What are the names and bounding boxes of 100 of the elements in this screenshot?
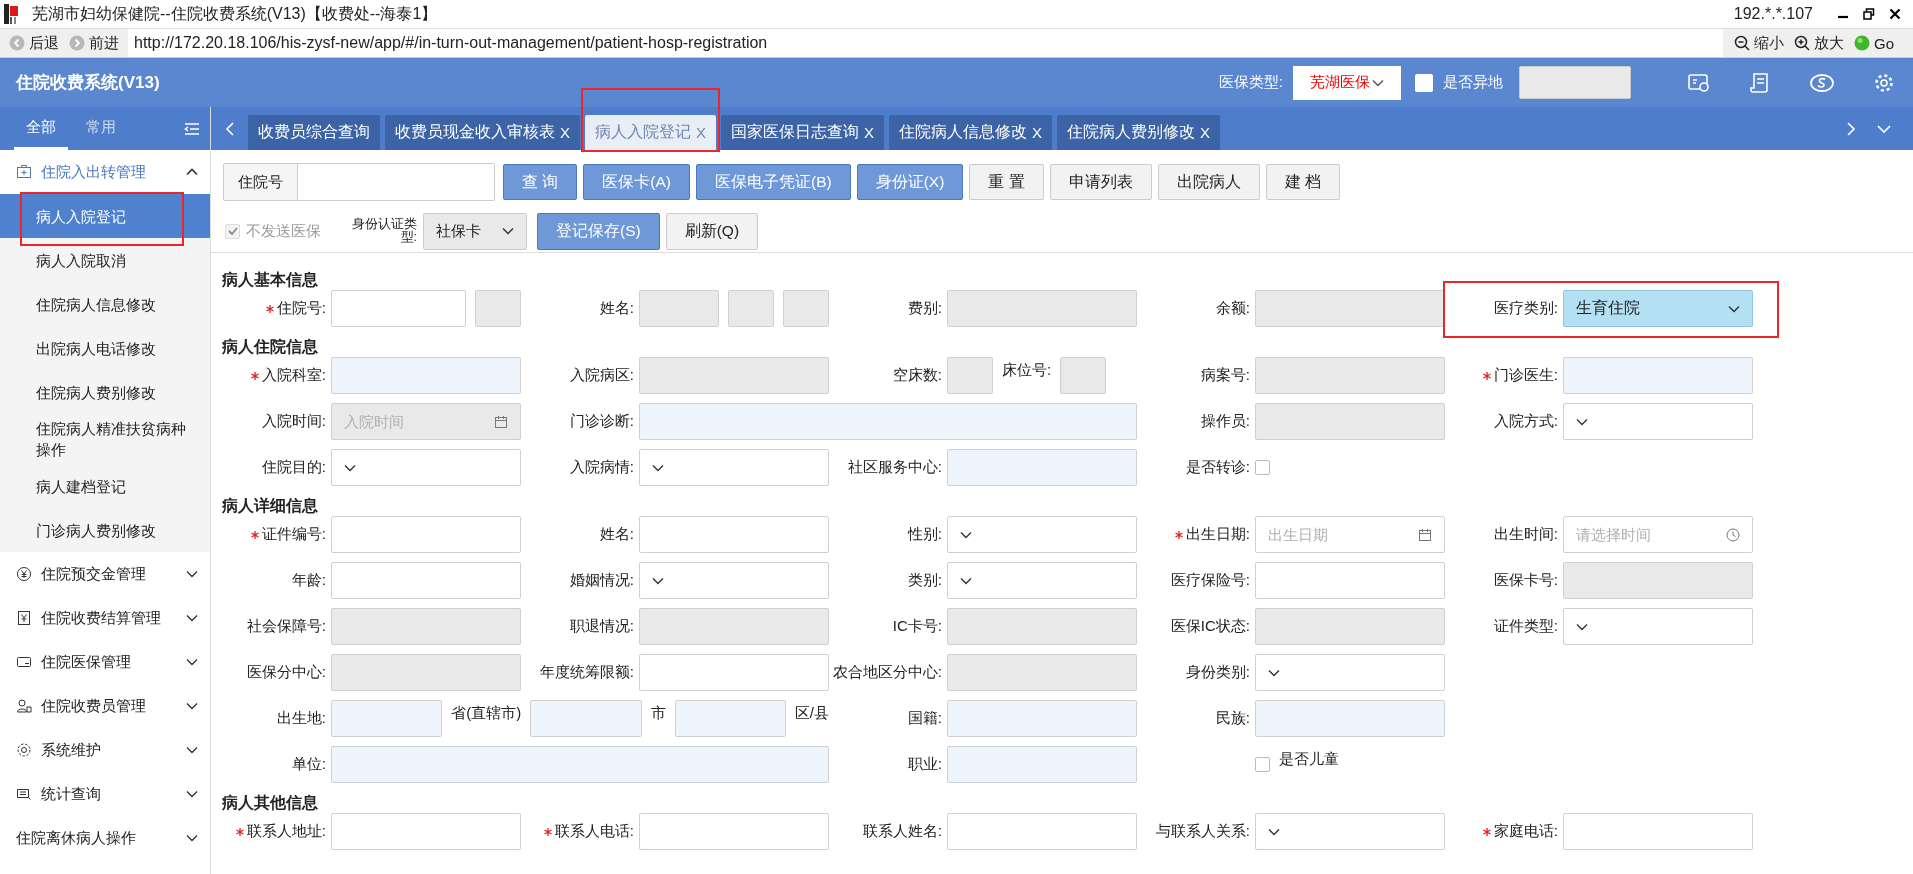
address-field[interactable]: http://172.20.18.106/his-zysf-new/app/#/in-turn-out-management/patient-hosp-registration (128, 34, 768, 52)
text-field[interactable] (639, 403, 1137, 440)
menu-icon[interactable] (184, 121, 200, 136)
text-field[interactable] (331, 746, 829, 783)
dropdown-field[interactable] (1563, 608, 1753, 645)
text-field[interactable] (331, 700, 443, 737)
sidebar-group[interactable]: 住院收费员管理 (0, 684, 210, 728)
text-field[interactable] (639, 608, 829, 645)
text-field[interactable] (947, 700, 1137, 737)
checkbox[interactable] (1255, 757, 1270, 772)
text-field[interactable] (1255, 608, 1445, 645)
date-input[interactable]: 出生日期 (1268, 526, 1378, 543)
sidebar-group[interactable]: 住院入出转管理 (0, 150, 210, 194)
sidebar-group[interactable]: 统计查询 (0, 772, 210, 816)
close-button[interactable]: X (1032, 124, 1043, 141)
tab[interactable]: 收费员综合查询 (248, 115, 380, 150)
checkbox[interactable] (1255, 460, 1270, 475)
sidebar-item[interactable]: 病人建档登记 (0, 464, 210, 508)
text-field[interactable] (728, 290, 774, 327)
dropdown-field[interactable]: 生育住院 (1563, 290, 1753, 327)
text-field[interactable] (331, 608, 521, 645)
text-field[interactable] (639, 654, 829, 691)
text-field[interactable] (639, 357, 829, 394)
dropdown-field[interactable] (947, 562, 1137, 599)
close-button[interactable]: X (1200, 124, 1211, 141)
text-field[interactable] (947, 449, 1137, 486)
text-field[interactable] (1563, 813, 1753, 850)
dropdown-field[interactable] (639, 449, 829, 486)
settings-icon[interactable] (1873, 71, 1895, 94)
sidebar-group[interactable]: 住院离休病人操作 (0, 816, 210, 860)
text-field[interactable] (475, 290, 521, 327)
close-button[interactable]: X (560, 124, 570, 141)
text-field[interactable] (1255, 290, 1445, 327)
text-field[interactable] (947, 608, 1137, 645)
card-icon[interactable] (1687, 71, 1711, 94)
time-field[interactable]: 请选择时间 (1563, 516, 1753, 553)
action-button[interactable]: 出院病人 (1157, 164, 1260, 200)
sidebar-item[interactable]: 住院病人精准扶贫病种操作 (0, 414, 210, 464)
zoom-out-button[interactable]: 缩小 (1729, 33, 1789, 53)
text-field[interactable] (639, 516, 829, 553)
text-field[interactable] (1060, 357, 1107, 394)
text-field[interactable] (947, 357, 993, 394)
dropdown-field[interactable] (947, 516, 1137, 553)
close-button[interactable]: X (864, 124, 875, 141)
action-button[interactable]: 重 置 (969, 164, 1044, 200)
restore-icon[interactable] (1863, 8, 1875, 20)
tab[interactable]: 住院病人费别修改 X (1057, 115, 1221, 150)
text-field[interactable] (331, 813, 521, 850)
tab[interactable]: 收费员现金收入审核表 X (385, 115, 580, 150)
tab[interactable]: 住院病人信息修改 X (889, 115, 1053, 150)
chevron-right-icon[interactable] (1846, 121, 1856, 136)
dropdown-field[interactable]: 芜湖医保 (1293, 65, 1401, 100)
time-input[interactable]: 请选择时间 (1576, 526, 1686, 543)
date-field[interactable]: 出生日期 (1255, 516, 1445, 553)
text-field[interactable] (1563, 357, 1753, 394)
sidebar-tab[interactable]: 全部 (14, 107, 68, 150)
chevron-down-icon[interactable] (1877, 123, 1891, 134)
text-field[interactable] (947, 654, 1137, 691)
sidebar-group[interactable]: 住院收费结算管理 (0, 596, 210, 640)
document-icon[interactable] (1749, 71, 1771, 94)
text-field[interactable] (331, 516, 521, 553)
text-field[interactable] (947, 290, 1137, 327)
dropdown-field[interactable] (1563, 403, 1753, 440)
text-field[interactable] (947, 746, 1137, 783)
dropdown-field[interactable] (1255, 654, 1445, 691)
zoom-in-button[interactable]: 放大 (1789, 33, 1849, 53)
text-field[interactable] (947, 813, 1137, 850)
checkbox[interactable] (1415, 73, 1433, 92)
sidebar-group[interactable]: 住院预交金管理 (0, 552, 210, 596)
text-field[interactable] (331, 654, 521, 691)
sidebar-item[interactable]: 出院病人电话修改 (0, 326, 210, 370)
text-field[interactable] (783, 290, 829, 327)
text-field[interactable] (1255, 403, 1445, 440)
text-field[interactable] (1519, 66, 1631, 99)
forward-button[interactable]: 前进 (64, 33, 124, 53)
sidebar-item[interactable]: 门诊病人费别修改 (0, 508, 210, 552)
close-icon[interactable] (1889, 8, 1901, 20)
sidebar-item[interactable]: 住院病人信息修改 (0, 282, 210, 326)
text-field[interactable] (1563, 562, 1753, 599)
sidebar-group[interactable]: 住院医保管理 (0, 640, 210, 684)
sidebar-item[interactable]: 病人入院登记 (0, 194, 210, 238)
action-button[interactable]: 建 档 (1265, 164, 1340, 200)
go-button[interactable]: Go (1849, 34, 1899, 52)
action-button[interactable]: 申请列表 (1049, 164, 1152, 200)
circle-badge-icon[interactable] (1809, 71, 1835, 94)
text-field[interactable] (639, 813, 829, 850)
text-field[interactable] (331, 290, 466, 327)
text-field[interactable] (639, 290, 719, 327)
text-field[interactable] (1255, 357, 1445, 394)
sidebar-group[interactable]: 系统维护 (0, 728, 210, 772)
search-field[interactable]: 住院号 (223, 163, 495, 201)
text-field[interactable] (331, 562, 521, 599)
text-field[interactable] (1255, 700, 1445, 737)
text-field[interactable] (331, 357, 521, 394)
sidebar-item[interactable]: 住院病人费别修改 (0, 370, 210, 414)
sidebar-item[interactable]: 病人入院取消 (0, 238, 210, 282)
chevron-left-icon[interactable] (225, 121, 235, 136)
action-button[interactable]: 刷新(Q) (665, 212, 759, 250)
text-field[interactable] (530, 700, 642, 737)
text-field[interactable] (674, 700, 786, 737)
